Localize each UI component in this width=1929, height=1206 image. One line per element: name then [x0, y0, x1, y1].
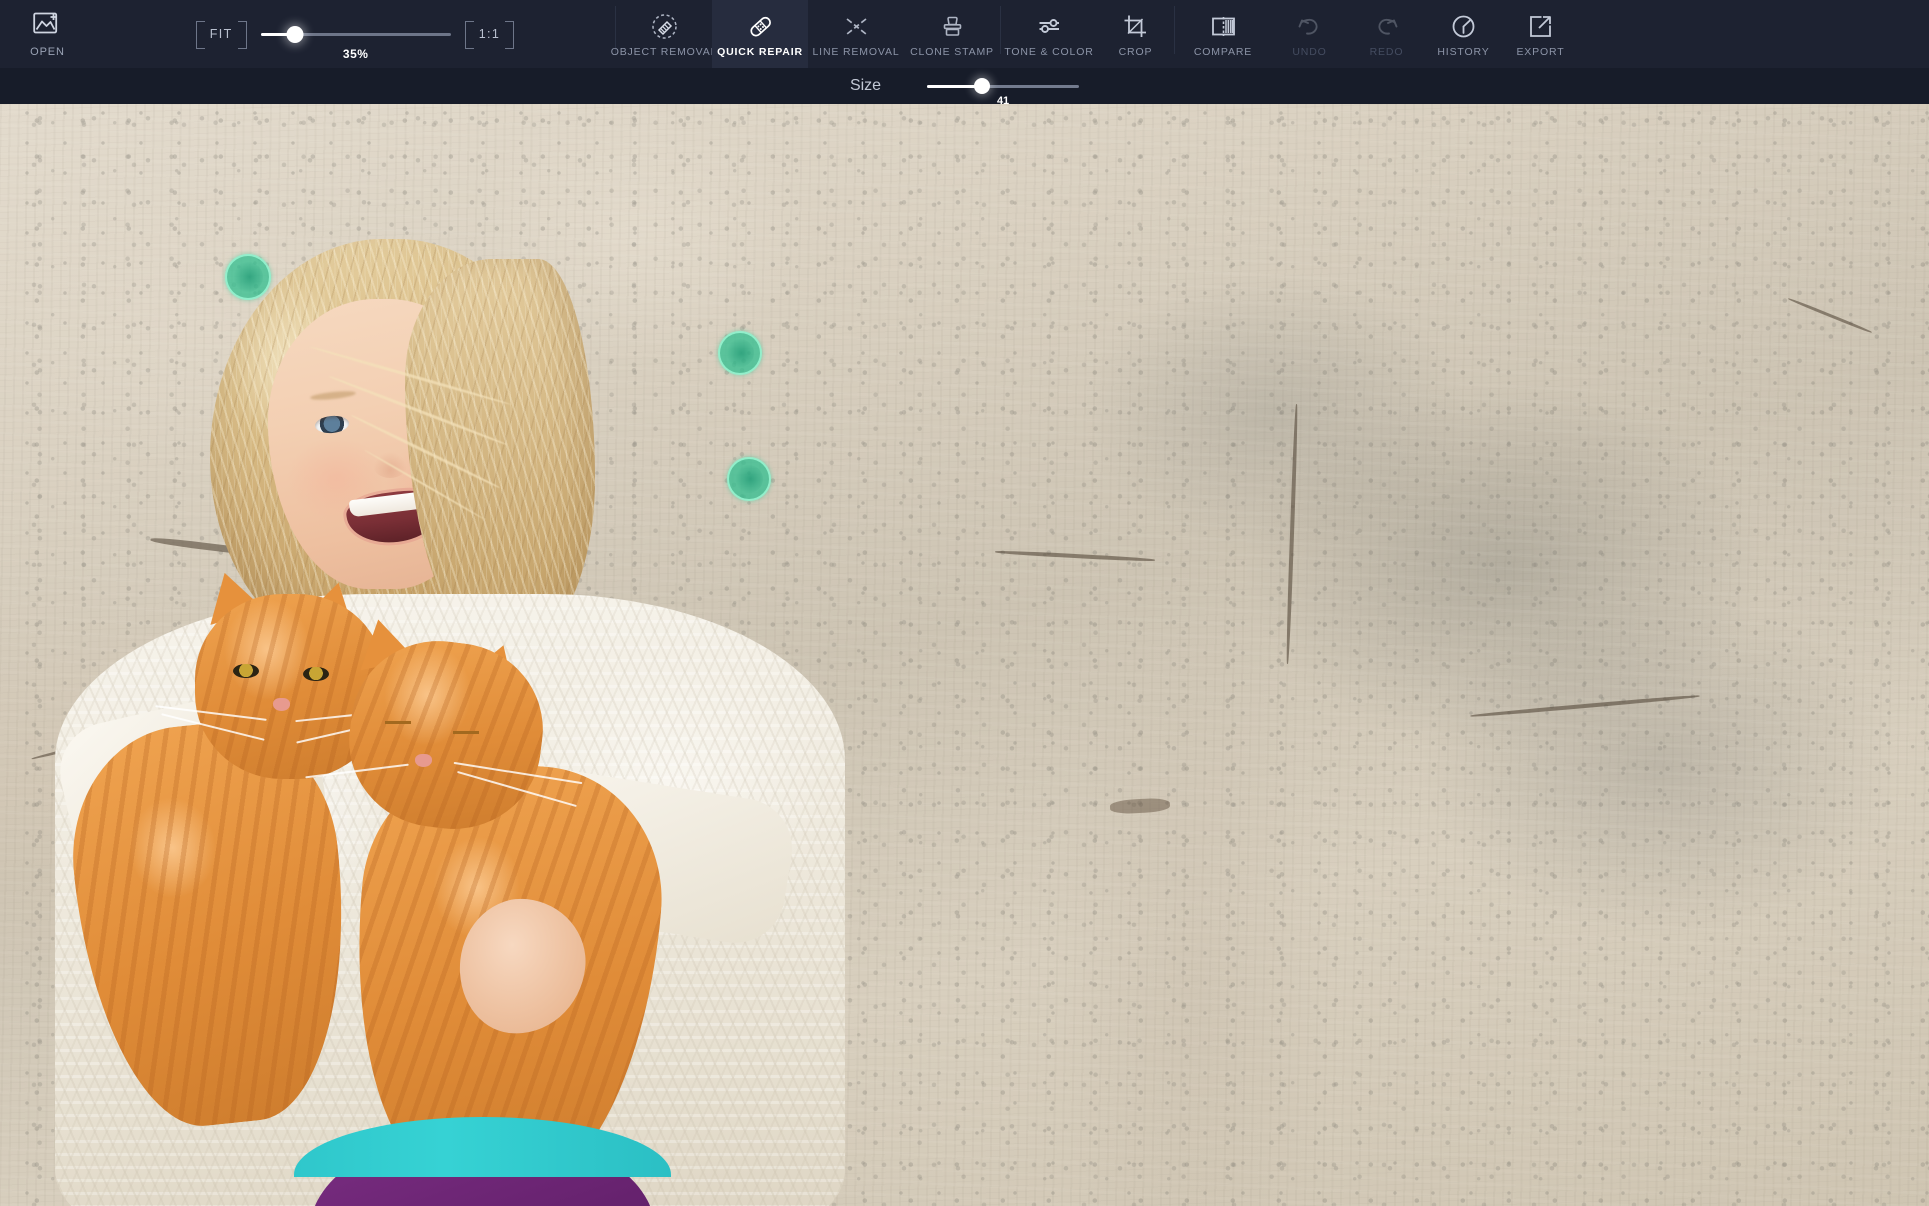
- kitten-right-nose: [415, 754, 432, 767]
- zoom-controls: FIT 35% 1:1: [95, 0, 615, 68]
- tool-line-removal[interactable]: LINE REMOVAL: [808, 0, 904, 68]
- object-removal-icon: [651, 13, 678, 40]
- kitten-right-eye-b: [453, 730, 479, 734]
- kitten-right-eye-a: [385, 720, 411, 724]
- tool-label: UNDO: [1292, 45, 1327, 58]
- tool-undo[interactable]: UNDO: [1271, 0, 1348, 68]
- main-toolbar: OPEN FIT 35% 1:1 OBJECT REMOVAL QUICK RE…: [0, 0, 1929, 68]
- skirt: [294, 1117, 671, 1206]
- tool-label: TONE & COLOR: [1004, 45, 1094, 58]
- tool-label: HISTORY: [1437, 45, 1490, 58]
- tool-label: EXPORT: [1516, 45, 1565, 58]
- tool-label: LINE REMOVAL: [812, 45, 900, 58]
- tool-object-removal[interactable]: OBJECT REMOVAL: [611, 0, 716, 68]
- tool-history[interactable]: HISTORY: [1425, 0, 1502, 68]
- tool-redo[interactable]: REDO: [1348, 0, 1425, 68]
- tool-label: CROP: [1118, 45, 1153, 58]
- undo-arrow-icon: [1296, 13, 1323, 40]
- tool-compare[interactable]: COMPARE: [1175, 0, 1271, 68]
- image-add-icon: [32, 11, 63, 41]
- zoom-value-label: 35%: [342, 47, 369, 61]
- tool-crop[interactable]: CROP: [1097, 0, 1174, 68]
- tool-clone-stamp[interactable]: CLONE STAMP: [904, 0, 1000, 68]
- zoom-slider-knob[interactable]: [286, 26, 304, 43]
- tool-label: QUICK REPAIR: [717, 45, 803, 58]
- brush-size-control: Size 41: [849, 75, 1080, 107]
- zoom-slider[interactable]: 35%: [260, 19, 451, 61]
- redo-arrow-icon: [1373, 13, 1400, 40]
- stamp-icon: [939, 13, 966, 40]
- image-canvas[interactable]: [0, 104, 1929, 1206]
- tool-label: COMPARE: [1193, 45, 1253, 58]
- tool-label: OBJECT REMOVAL: [610, 45, 718, 58]
- one-to-one-button[interactable]: 1:1: [464, 21, 515, 49]
- open-button[interactable]: OPEN: [0, 0, 95, 68]
- repair-marker[interactable]: [727, 457, 771, 501]
- line-removal-icon: [843, 13, 870, 40]
- kitten-left-eye-a: [233, 664, 259, 678]
- repair-marker[interactable]: [718, 331, 762, 375]
- history-clock-icon: [1450, 13, 1477, 40]
- tool-label: CLONE STAMP: [910, 45, 994, 58]
- brush-size-slider[interactable]: 41: [927, 75, 1080, 107]
- tool-group: OBJECT REMOVAL QUICK REPAIR LINE REMOVAL…: [611, 0, 1593, 68]
- bandage-icon: [747, 13, 774, 40]
- sliders-icon: [1036, 13, 1063, 40]
- tool-label: REDO: [1369, 45, 1404, 58]
- photo-editor-window: OPEN FIT 35% 1:1 OBJECT REMOVAL QUICK RE…: [0, 0, 1929, 1206]
- repair-marker[interactable]: [225, 254, 271, 300]
- brush-size-knob[interactable]: [973, 78, 990, 94]
- tool-export[interactable]: EXPORT: [1502, 0, 1579, 68]
- tool-quick-repair[interactable]: QUICK REPAIR: [712, 0, 808, 68]
- brush-size-label: Size: [849, 77, 882, 94]
- crop-icon: [1122, 13, 1149, 40]
- kitten-left-eye-b: [303, 667, 329, 681]
- fit-button[interactable]: FIT: [195, 21, 247, 49]
- kitten-left-nose: [273, 698, 290, 711]
- compare-icon: [1210, 13, 1237, 40]
- export-share-icon: [1527, 13, 1554, 40]
- tool-tone-color[interactable]: TONE & COLOR: [1001, 0, 1097, 68]
- girl-with-kittens: [50, 164, 845, 1206]
- tool-options-bar: Size 41: [0, 68, 1929, 107]
- open-button-label: OPEN: [30, 45, 65, 58]
- photo-image: [0, 104, 1929, 1206]
